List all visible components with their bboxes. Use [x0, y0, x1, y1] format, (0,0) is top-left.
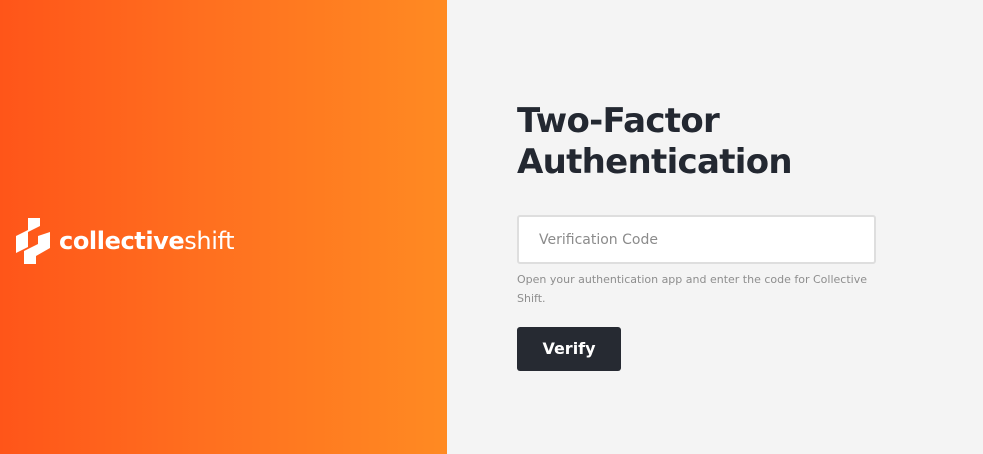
logo-text-shift: shift: [184, 227, 235, 255]
logo-text-collective: collective: [59, 227, 185, 255]
page-title: Two-Factor Authentication: [517, 101, 793, 182]
collective-shift-wordmark: collectiveshift: [59, 227, 235, 255]
brand-panel: collectiveshift: [0, 0, 447, 454]
verification-code-input[interactable]: [517, 215, 876, 264]
collective-shift-logo-icon: [16, 218, 50, 264]
two-factor-auth-page: collectiveshift Two-Factor Authenticatio…: [0, 0, 983, 454]
collective-shift-logo: collectiveshift: [16, 218, 235, 264]
two-factor-auth-form-panel: Two-Factor Authentication Open your auth…: [447, 0, 983, 454]
verify-button[interactable]: Verify: [517, 327, 621, 371]
verification-help-text: Open your authentication app and enter t…: [517, 273, 867, 305]
